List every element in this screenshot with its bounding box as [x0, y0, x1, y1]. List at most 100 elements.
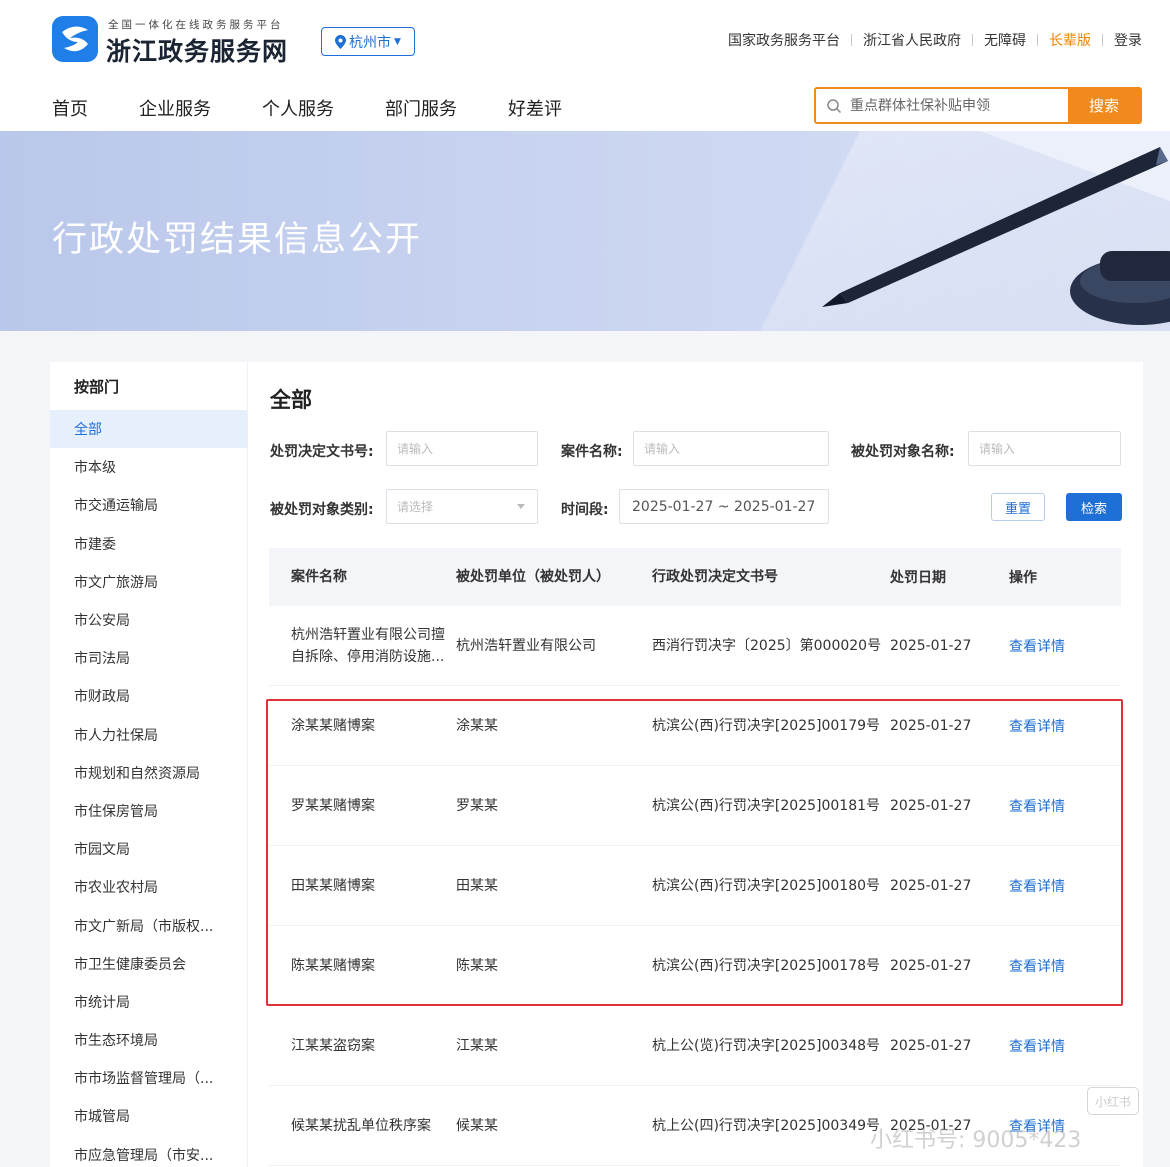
search-input[interactable]	[844, 89, 1068, 122]
link-elder-mode[interactable]: 长辈版	[1049, 30, 1091, 50]
filter-search-button[interactable]: 检索	[1066, 493, 1122, 521]
search-button[interactable]: 搜索	[1068, 89, 1140, 122]
case-name: 杭州浩轩置业有限公司擅自拆除、停用消防设施...	[291, 626, 445, 665]
sidebar-item-statistics[interactable]: 市统计局	[50, 983, 247, 1021]
case-name: 江某某盗窃案	[291, 1037, 375, 1054]
results-table: 案件名称 被处罚单位（被处罚人） 行政处罚决定文书号 处罚日期 操作 杭州浩轩置…	[269, 548, 1121, 1166]
site-search: 搜索	[814, 87, 1142, 124]
view-details-link[interactable]: 查看详情	[1009, 956, 1121, 976]
sidebar-item-ecology[interactable]: 市生态环境局	[50, 1021, 247, 1059]
sidebar-item-city-level[interactable]: 市本级	[50, 448, 247, 486]
watermark-logo: 小红书	[1087, 1087, 1139, 1115]
penalized-party: 涂某某	[456, 717, 498, 734]
case-name: 田某某赌博案	[291, 877, 375, 894]
sidebar-item-market-supervision[interactable]: 市市场监督管理局（...	[50, 1059, 247, 1097]
link-national-platform[interactable]: 国家政务服务平台	[728, 30, 840, 50]
logo-title[interactable]: 浙江政务服务网	[106, 32, 288, 68]
decision-doc-no: 杭上公(览)行罚决字[2025]00348号	[652, 1037, 881, 1054]
chevron-down-icon: ▼	[394, 36, 401, 47]
sidebar-item-housing[interactable]: 市住保房管局	[50, 792, 247, 830]
reset-button[interactable]: 重置	[991, 493, 1045, 521]
target-type-label: 被处罚对象类别:	[270, 502, 374, 518]
sidebar-item-construction[interactable]: 市建委	[50, 525, 247, 563]
divider	[972, 34, 973, 46]
table-row: 杭州浩轩置业有限公司擅自拆除、停用消防设施... 杭州浩轩置业有限公司 西消行罚…	[269, 606, 1121, 686]
divider	[851, 34, 852, 46]
table-row: 田某某赌博案 田某某 杭滨公(西)行罚决字[2025]00180号 2025-0…	[269, 846, 1121, 926]
case-name-input[interactable]: 请输入	[633, 431, 829, 466]
page-banner: 行政处罚结果信息公开	[0, 131, 1170, 331]
logo-subtitle: 全国一体化在线政务服务平台	[108, 19, 284, 31]
penalty-date: 2025-01-27	[890, 717, 972, 734]
sidebar-item-transport[interactable]: 市交通运输局	[50, 486, 247, 524]
case-name: 陈某某赌博案	[291, 957, 375, 974]
sidebar-item-social-security[interactable]: 市人力社保局	[50, 716, 247, 754]
sidebar-item-justice[interactable]: 市司法局	[50, 639, 247, 677]
target-name-input[interactable]: 请输入	[968, 431, 1121, 466]
view-details-link[interactable]: 查看详情	[1009, 716, 1121, 736]
case-name-label: 案件名称:	[561, 444, 623, 460]
penalty-date: 2025-01-27	[890, 637, 972, 654]
chevron-down-icon	[517, 504, 525, 509]
target-type-select[interactable]: 请选择	[386, 489, 538, 524]
top-links: 国家政务服务平台 浙江省人民政府 无障碍 长辈版 登录	[728, 30, 1142, 50]
sidebar-item-press-publication[interactable]: 市文广新局（市版权...	[50, 906, 247, 944]
link-provincial-government[interactable]: 浙江省人民政府	[863, 30, 961, 50]
penalized-party: 田某某	[456, 877, 498, 894]
view-details-link[interactable]: 查看详情	[1009, 876, 1121, 896]
period-label: 时间段:	[561, 502, 609, 518]
table-header: 案件名称 被处罚单位（被处罚人） 行政处罚决定文书号 处罚日期 操作	[269, 548, 1121, 606]
sidebar-item-parks[interactable]: 市园文局	[50, 830, 247, 868]
location-pin-icon	[335, 34, 347, 49]
zhejiang-logo-icon[interactable]	[52, 16, 98, 62]
decision-doc-no: 杭滨公(西)行罚决字[2025]00179号	[652, 717, 881, 734]
col-action: 操作	[1009, 570, 1037, 586]
col-date: 处罚日期	[890, 570, 946, 586]
penalized-party: 陈某某	[456, 957, 498, 974]
link-accessibility[interactable]: 无障碍	[984, 30, 1026, 50]
city-label: 杭州市	[349, 34, 392, 51]
nav-rating[interactable]: 好差评	[508, 95, 562, 121]
nav-department-services[interactable]: 部门服务	[385, 95, 457, 121]
sidebar-item-planning-resources[interactable]: 市规划和自然资源局	[50, 754, 247, 792]
nav-enterprise-services[interactable]: 企业服务	[139, 95, 211, 121]
penalty-date: 2025-01-27	[890, 877, 972, 894]
decision-doc-no: 杭滨公(西)行罚决字[2025]00178号	[652, 957, 881, 974]
decision-doc-no: 西消行罚决字〔2025〕第000020号	[652, 637, 882, 654]
date-range-picker[interactable]: 2025-01-27 ~ 2025-01-27	[619, 489, 829, 524]
city-selector[interactable]: 杭州市 ▼	[321, 27, 415, 56]
doc-no-input[interactable]: 请输入	[386, 431, 538, 466]
nav-personal-services[interactable]: 个人服务	[262, 95, 334, 121]
results-panel: 全部 处罚决定文书号: 请输入 案件名称: 请输入 被处罚对象名称: 请输入 被…	[247, 362, 1143, 1167]
decision-doc-no: 杭滨公(西)行罚决字[2025]00180号	[652, 877, 881, 894]
sidebar-item-culture-tourism[interactable]: 市文广旅游局	[50, 563, 247, 601]
sidebar-heading: 按部门	[74, 377, 120, 396]
sidebar-item-emergency[interactable]: 市应急管理局（市安...	[50, 1136, 247, 1167]
sidebar-item-urban-management[interactable]: 市城管局	[50, 1097, 247, 1135]
col-doc-no: 行政处罚决定文书号	[652, 569, 778, 585]
target-type-placeholder: 请选择	[397, 500, 434, 514]
penalty-date: 2025-01-27	[890, 957, 972, 974]
penalized-party: 候某某	[456, 1117, 498, 1134]
view-details-link[interactable]: 查看详情	[1009, 796, 1121, 816]
page-title: 全部	[270, 388, 312, 412]
target-name-label: 被处罚对象名称:	[851, 444, 955, 460]
col-party: 被处罚单位（被处罚人）	[456, 569, 610, 585]
sidebar-item-all[interactable]: 全部	[50, 410, 247, 449]
divider	[1102, 34, 1103, 46]
sidebar-item-finance[interactable]: 市财政局	[50, 677, 247, 715]
nav-home[interactable]: 首页	[52, 95, 88, 121]
doc-no-label: 处罚决定文书号:	[270, 444, 374, 460]
sidebar-item-health[interactable]: 市卫生健康委员会	[50, 945, 247, 983]
table-row: 江某某盗窃案 江某某 杭上公(览)行罚决字[2025]00348号 2025-0…	[269, 1006, 1121, 1086]
table-row: 涂某某赌博案 涂某某 杭滨公(西)行罚决字[2025]00179号 2025-0…	[269, 686, 1121, 766]
department-sidebar: 按部门 全部 市本级 市交通运输局 市建委 市文广旅游局 市公安局 市司法局 市…	[50, 362, 247, 1167]
view-details-link[interactable]: 查看详情	[1009, 636, 1121, 656]
sidebar-item-public-security[interactable]: 市公安局	[50, 601, 247, 639]
decision-doc-no: 杭滨公(西)行罚决字[2025]00181号	[652, 797, 881, 814]
link-login[interactable]: 登录	[1114, 30, 1142, 50]
penalized-party: 杭州浩轩置业有限公司	[456, 637, 596, 654]
view-details-link[interactable]: 查看详情	[1009, 1036, 1121, 1056]
case-name: 涂某某赌博案	[291, 717, 375, 734]
sidebar-item-agriculture[interactable]: 市农业农村局	[50, 868, 247, 906]
